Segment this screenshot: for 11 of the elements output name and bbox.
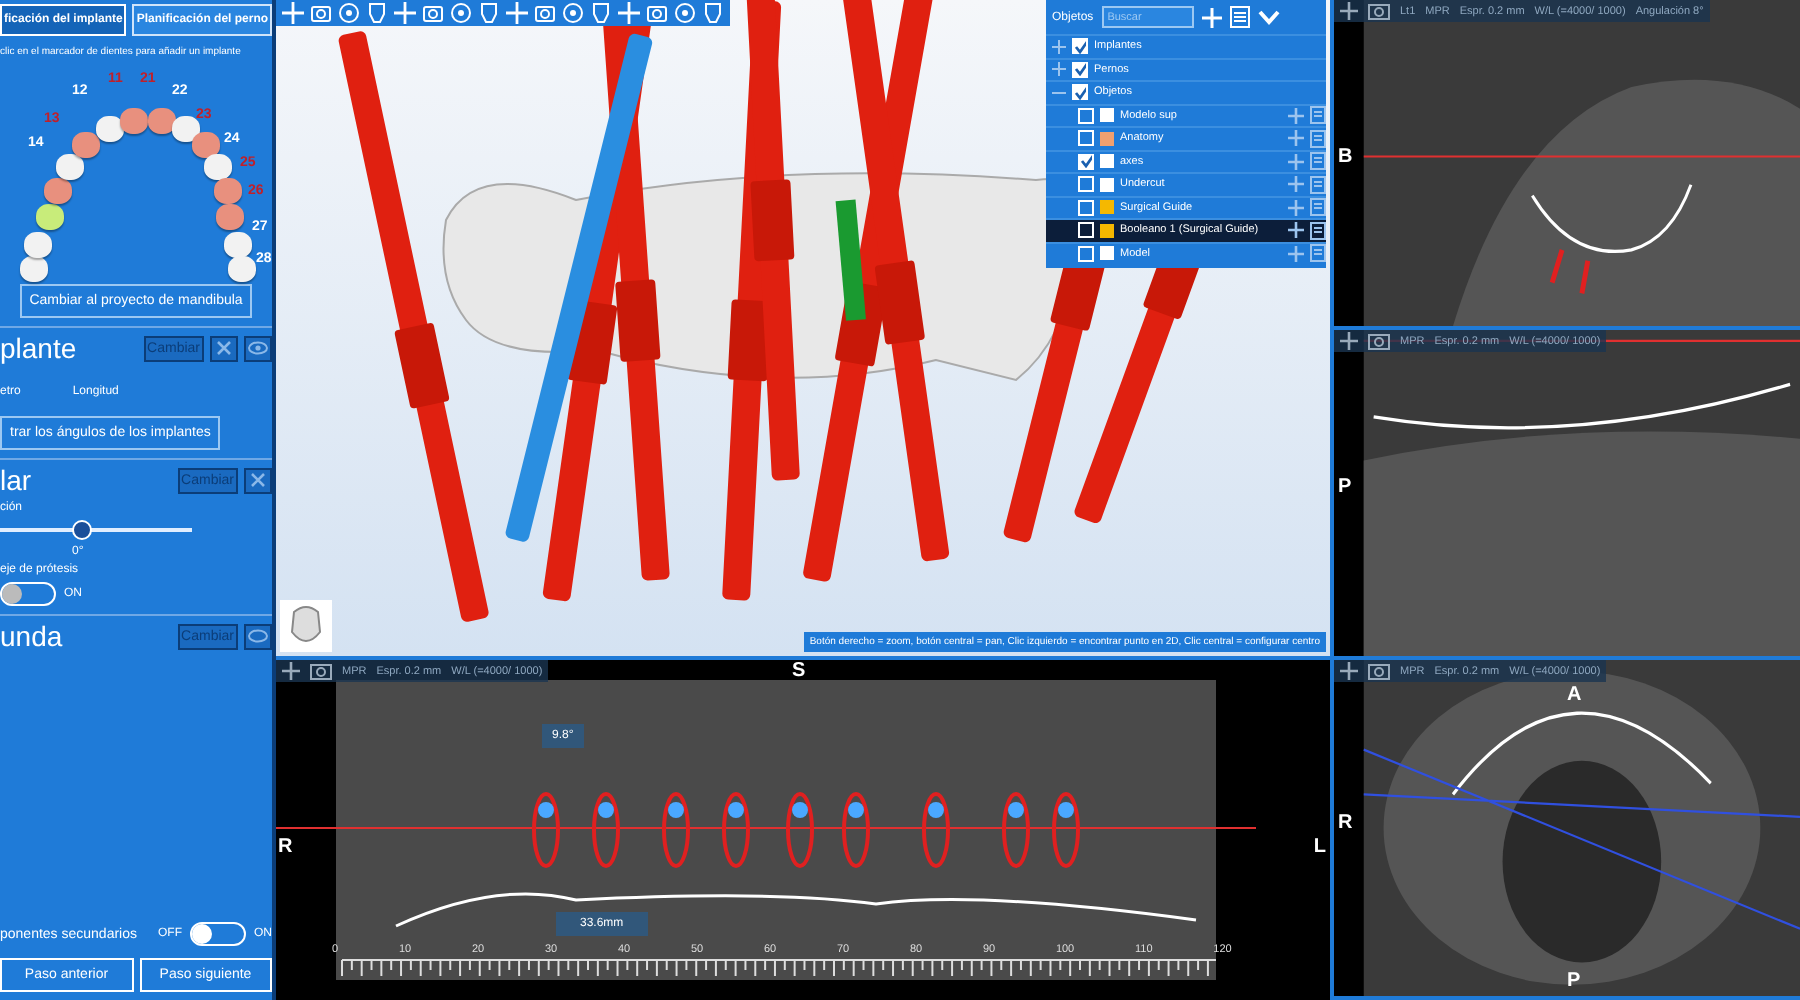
orientation-label: A <box>1567 684 1582 706</box>
orientation-label: S <box>792 660 806 682</box>
orientation-label: B <box>1338 146 1353 169</box>
orientation-label: R <box>278 836 293 858</box>
section-title: plante <box>0 332 79 364</box>
orientation-label: P <box>1338 476 1352 499</box>
orientation-label: L <box>1313 836 1326 858</box>
orientation-label: P <box>1567 970 1581 992</box>
orientation-label: R <box>1338 811 1353 834</box>
section-title: unda <box>0 620 65 652</box>
section-title: lar <box>0 464 34 496</box>
